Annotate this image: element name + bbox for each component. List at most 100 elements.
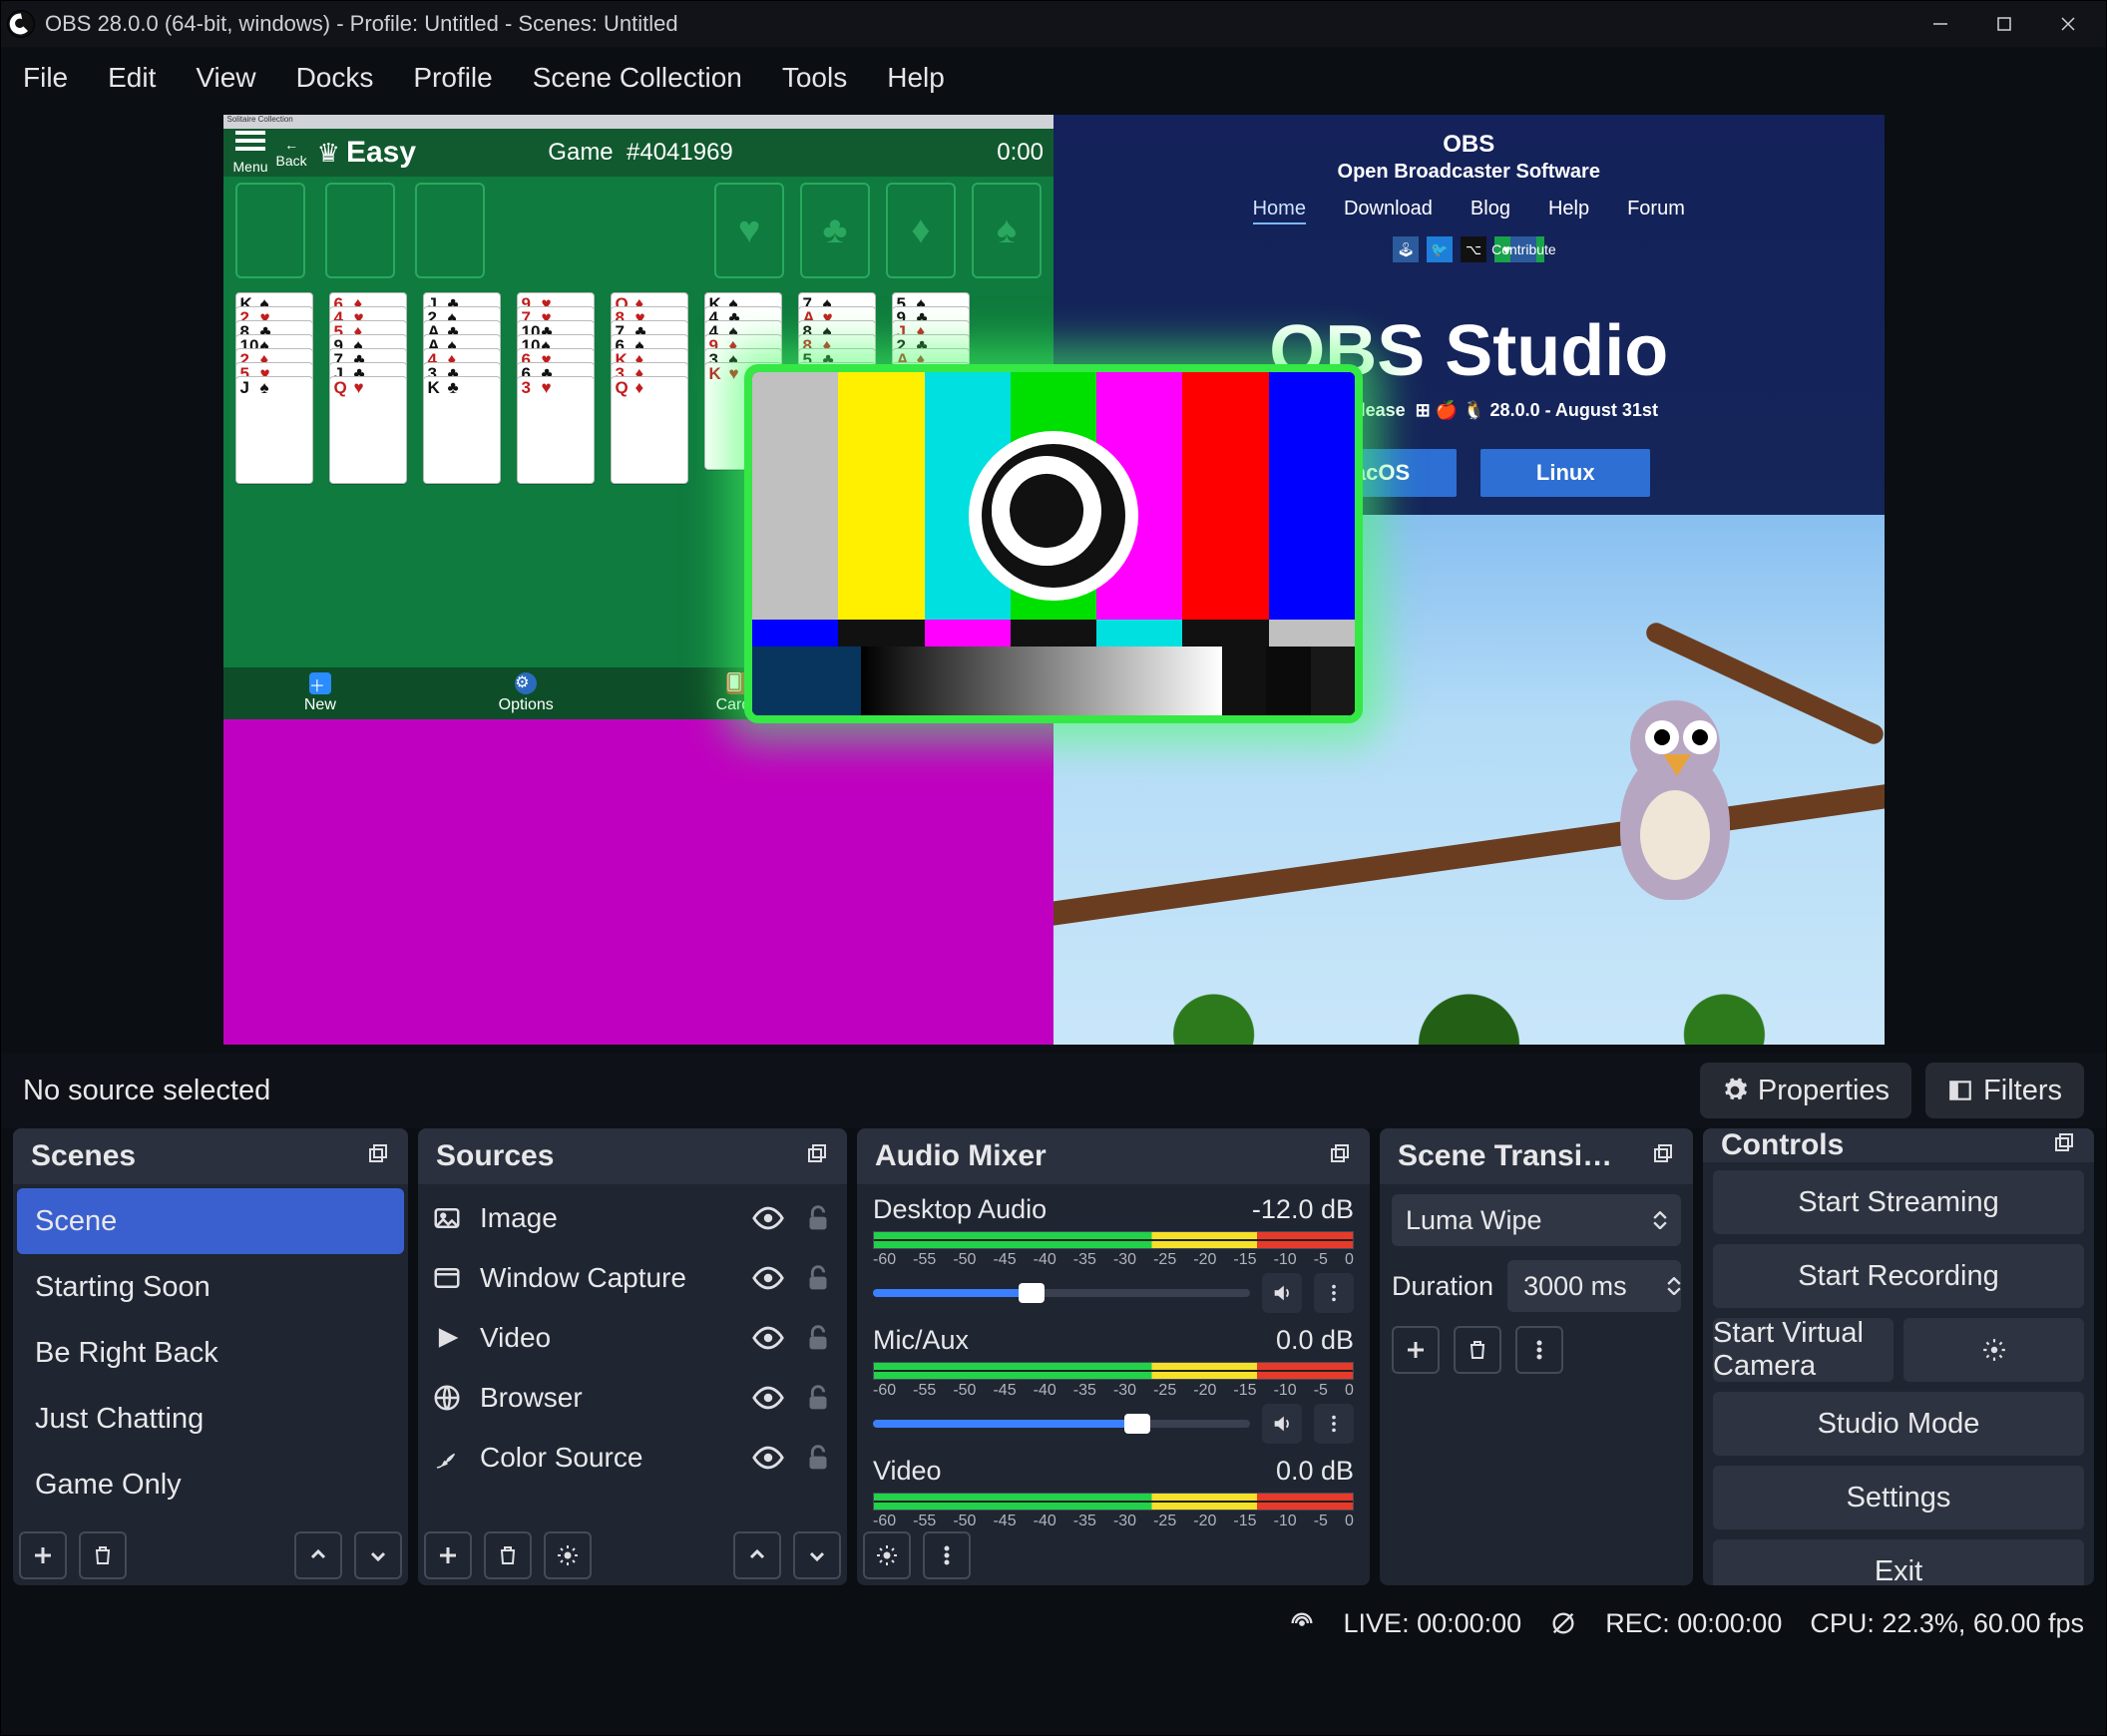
source-item[interactable]: Video (422, 1308, 843, 1368)
menu-scene-collection[interactable]: Scene Collection (533, 62, 742, 94)
channel-name: Video (873, 1456, 942, 1487)
visibility-toggle[interactable] (751, 1381, 785, 1415)
properties-button[interactable]: Properties (1700, 1063, 1911, 1118)
gear-icon (1981, 1337, 2007, 1363)
source-settings-button[interactable] (544, 1531, 592, 1579)
move-scene-up-button[interactable] (294, 1531, 342, 1579)
add-scene-button[interactable] (19, 1531, 67, 1579)
brush-icon (430, 1441, 464, 1475)
menu-tools[interactable]: Tools (782, 62, 847, 94)
exit-button[interactable]: Exit (1713, 1539, 2084, 1585)
video-icon (430, 1321, 464, 1355)
channel-menu-button[interactable] (1314, 1404, 1354, 1444)
lock-toggle[interactable] (801, 1201, 835, 1235)
virtual-camera-settings-button[interactable] (1903, 1318, 2084, 1382)
mixer-settings-button[interactable] (863, 1531, 911, 1579)
scene-item[interactable]: Just Chatting (17, 1386, 404, 1452)
obs-logo-testcard-icon (969, 431, 1138, 601)
menu-edit[interactable]: Edit (108, 62, 156, 94)
source-item[interactable]: Window Capture (422, 1248, 843, 1308)
live-label: LIVE: 00:00:00 (1344, 1608, 1522, 1639)
lock-toggle[interactable] (801, 1441, 835, 1475)
lock-toggle[interactable] (801, 1321, 835, 1355)
preview-area[interactable]: Solitaire Collection Menu ← Back ♛ Easy … (1, 109, 2106, 1053)
transition-menu-button[interactable] (1515, 1326, 1563, 1374)
remove-source-button[interactable] (484, 1531, 532, 1579)
menu-help[interactable]: Help (887, 62, 945, 94)
twitter-icon: 🐦 (1427, 236, 1453, 262)
source-label: Browser (480, 1382, 583, 1414)
add-transition-button[interactable] (1392, 1326, 1440, 1374)
window-close-button[interactable] (2036, 1, 2100, 47)
popout-icon[interactable] (366, 1139, 390, 1173)
transitions-title: Scene Transitions (1398, 1139, 1617, 1173)
remove-transition-button[interactable] (1454, 1326, 1501, 1374)
add-source-button[interactable] (424, 1531, 472, 1579)
move-source-down-button[interactable] (793, 1531, 841, 1579)
window-minimize-button[interactable] (1908, 1, 1972, 47)
lock-toggle[interactable] (801, 1381, 835, 1415)
popout-icon[interactable] (805, 1139, 829, 1173)
channel-db: 0.0 dB (1276, 1325, 1354, 1356)
lock-toggle[interactable] (801, 1261, 835, 1295)
level-meter (873, 1493, 1354, 1511)
start-streaming-button[interactable]: Start Streaming (1713, 1170, 2084, 1234)
volume-slider[interactable] (873, 1289, 1250, 1297)
settings-button[interactable]: Settings (1713, 1466, 2084, 1529)
channel-name: Mic/Aux (873, 1325, 969, 1356)
menu-file[interactable]: File (23, 62, 68, 94)
move-scene-down-button[interactable] (354, 1531, 402, 1579)
menu-docks[interactable]: Docks (296, 62, 374, 94)
mute-button[interactable] (1262, 1273, 1302, 1313)
scene-item[interactable]: Game Only (17, 1452, 404, 1518)
start-recording-button[interactable]: Start Recording (1713, 1244, 2084, 1308)
source-toolbar: No source selected Properties Filters (1, 1053, 2106, 1128)
menu-view[interactable]: View (196, 62, 255, 94)
source-item[interactable]: Image (422, 1188, 843, 1248)
visibility-toggle[interactable] (751, 1261, 785, 1295)
transitions-panel: Scene Transitions Luma Wipe Duration 300… (1380, 1128, 1693, 1585)
visibility-toggle[interactable] (751, 1441, 785, 1475)
titlebar: OBS 28.0.0 (64-bit, windows) - Profile: … (1, 1, 2106, 47)
visibility-toggle[interactable] (751, 1201, 785, 1235)
level-meter (873, 1231, 1354, 1249)
level-meter (873, 1362, 1354, 1380)
popout-icon[interactable] (2052, 1128, 2076, 1162)
start-virtual-camera-button[interactable]: Start Virtual Camera (1713, 1318, 1894, 1382)
source-item[interactable]: Browser (422, 1368, 843, 1428)
controls-panel: Controls Start Streaming Start Recording… (1703, 1128, 2094, 1585)
visibility-toggle[interactable] (751, 1321, 785, 1355)
menubar: File Edit View Docks Profile Scene Colle… (1, 47, 2106, 109)
volume-slider[interactable] (873, 1420, 1250, 1428)
source-item[interactable]: Color Source (422, 1428, 843, 1488)
mute-button[interactable] (1262, 1404, 1302, 1444)
sources-panel: Sources Image Window Capture Video Brows… (418, 1128, 847, 1585)
source-label: Color Source (480, 1442, 642, 1474)
scene-item[interactable]: Be Right Back (17, 1320, 404, 1386)
image-icon (430, 1201, 464, 1235)
select-arrows-icon (1653, 1211, 1667, 1230)
github-icon: ⌥ (1461, 236, 1486, 262)
popout-icon[interactable] (1651, 1139, 1675, 1173)
linux-button: Linux (1480, 449, 1650, 497)
channel-menu-button[interactable] (1314, 1273, 1354, 1313)
menu-profile[interactable]: Profile (413, 62, 492, 94)
mixer-menu-button[interactable] (923, 1531, 971, 1579)
window-maximize-button[interactable] (1972, 1, 2036, 47)
remove-scene-button[interactable] (79, 1531, 127, 1579)
popout-icon[interactable] (1328, 1139, 1352, 1173)
duration-label: Duration (1392, 1271, 1493, 1302)
scene-item[interactable]: Scene (17, 1188, 404, 1254)
audio-mixer-panel: Audio Mixer Desktop Audio-12.0 dB -60-55… (857, 1128, 1370, 1585)
filters-button[interactable]: Filters (1925, 1063, 2084, 1118)
source-label: Video (480, 1322, 551, 1354)
scene-item[interactable]: Starting Soon (17, 1254, 404, 1320)
studio-mode-button[interactable]: Studio Mode (1713, 1392, 2084, 1456)
transition-select[interactable]: Luma Wipe (1392, 1194, 1681, 1246)
sources-title: Sources (436, 1139, 554, 1173)
controls-title: Controls (1721, 1128, 1844, 1162)
scenes-title: Scenes (31, 1139, 136, 1173)
move-source-up-button[interactable] (733, 1531, 781, 1579)
duration-input[interactable]: 3000 ms (1507, 1260, 1681, 1312)
filters-icon (1947, 1078, 1973, 1103)
